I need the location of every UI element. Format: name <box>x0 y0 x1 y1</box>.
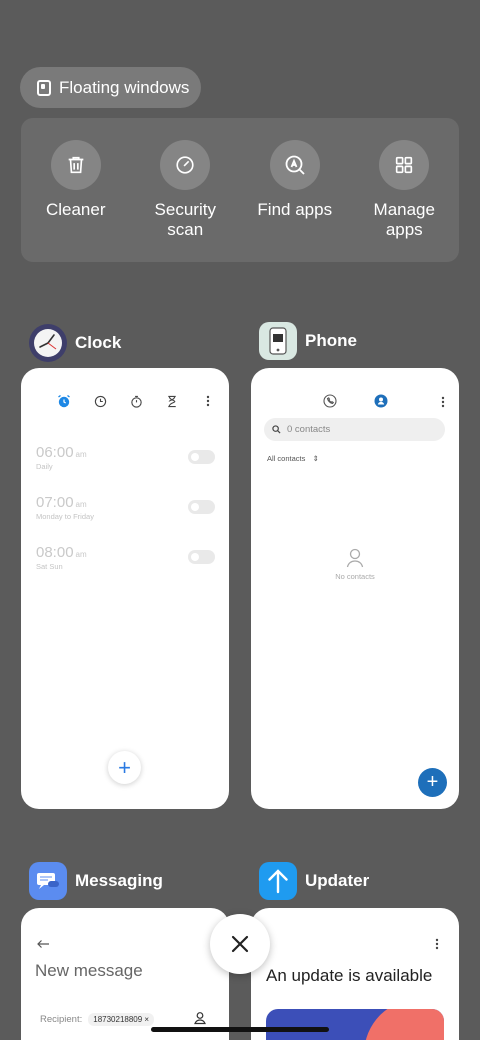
trash-icon <box>50 140 101 190</box>
floating-windows-button[interactable]: Floating windows <box>20 67 201 108</box>
clock-app-icon <box>29 324 67 362</box>
update-banner-image <box>266 1009 444 1040</box>
contacts-filter-label: All contacts <box>267 454 306 463</box>
manage-apps-icon <box>379 140 430 190</box>
messaging-card[interactable]: New message Recipient: 18730218809 × <box>21 908 229 1040</box>
updater-app-title: Updater <box>305 871 370 890</box>
find-apps-label: Find apps <box>257 200 333 219</box>
update-available-title: An update is available <box>266 966 433 985</box>
security-scan-label: Security scan <box>154 200 216 239</box>
messaging-app-header[interactable]: Messaging <box>29 862 163 900</box>
add-alarm-button[interactable]: + <box>108 751 141 784</box>
phone-app-header[interactable]: Phone <box>259 322 357 360</box>
world-clock-icon[interactable] <box>93 394 107 408</box>
empty-contacts-state: No contacts <box>251 548 459 581</box>
dropdown-icon: ⇕ <box>312 454 319 463</box>
phone-card[interactable]: 0 contacts All contacts ⇕ No contacts + <box>251 368 459 809</box>
more-icon[interactable] <box>441 395 445 408</box>
security-scan-button[interactable]: Security scan <box>131 118 241 262</box>
back-arrow-icon[interactable] <box>36 936 50 954</box>
cleaner-label: Cleaner <box>45 200 106 219</box>
plus-icon: + <box>426 771 439 793</box>
home-indicator[interactable] <box>151 1027 329 1032</box>
close-icon <box>231 935 249 953</box>
updater-card[interactable]: An update is available <box>251 908 459 1040</box>
dialer-icon[interactable] <box>323 394 337 408</box>
recipient-label: Recipient: <box>40 1014 83 1025</box>
alarm-row[interactable]: 07:00 am Monday to Friday <box>36 494 215 534</box>
add-contact-button[interactable]: + <box>418 768 447 797</box>
alarm-toggle[interactable] <box>188 450 215 464</box>
plus-icon: + <box>118 754 131 780</box>
phone-toolbar <box>323 394 445 408</box>
updater-app-header[interactable]: Updater <box>259 862 369 900</box>
no-contacts-text: No contacts <box>335 572 375 581</box>
contacts-search-placeholder: 0 contacts <box>287 424 331 435</box>
find-apps-icon <box>269 140 320 190</box>
messaging-app-icon <box>29 862 67 900</box>
close-all-button[interactable] <box>210 914 270 974</box>
updater-app-icon <box>259 862 297 900</box>
alarm-toggle[interactable] <box>188 550 215 564</box>
more-icon[interactable] <box>435 937 439 955</box>
security-scan-icon <box>160 140 211 190</box>
alarm-repeat: Daily <box>36 462 53 471</box>
alarm-row[interactable]: 06:00 am Daily <box>36 444 215 484</box>
contacts-tab-icon[interactable] <box>374 394 388 408</box>
floating-windows-label: Floating windows <box>59 77 190 97</box>
contacts-search-input[interactable]: 0 contacts <box>264 418 445 441</box>
person-icon <box>346 548 364 568</box>
phone-app-icon <box>259 322 297 360</box>
new-message-title: New message <box>35 961 143 980</box>
manage-apps-button[interactable]: Manage apps <box>350 118 460 262</box>
clock-toolbar <box>57 394 215 408</box>
clock-app-header[interactable]: Clock <box>29 324 121 362</box>
manage-apps-label: Manage apps <box>373 200 435 239</box>
phone-app-title: Phone <box>305 331 357 350</box>
find-apps-button[interactable]: Find apps <box>240 118 350 262</box>
clock-card[interactable]: 06:00 am Daily 07:00 am Monday to Friday 0… <box>21 368 229 809</box>
alarm-toggle[interactable] <box>188 500 215 514</box>
alarm-row[interactable]: 08:00 am Sat Sun <box>36 544 215 584</box>
floating-window-icon <box>37 79 51 96</box>
search-icon <box>272 425 281 434</box>
recipient-field[interactable]: Recipient: 18730218809 × <box>40 1013 155 1026</box>
timer-icon[interactable] <box>165 394 179 408</box>
contacts-filter-dropdown[interactable]: All contacts ⇕ <box>267 454 319 463</box>
alarm-repeat: Sat Sun <box>36 562 63 571</box>
cleaner-button[interactable]: Cleaner <box>21 118 131 262</box>
messaging-app-title: Messaging <box>75 871 163 890</box>
quick-actions-panel: Cleaner Security scan Find apps Manage app… <box>21 118 459 262</box>
stopwatch-icon[interactable] <box>129 394 143 408</box>
more-icon[interactable] <box>201 394 215 408</box>
recipient-chip[interactable]: 18730218809 × <box>88 1013 155 1026</box>
clock-app-title: Clock <box>75 333 122 352</box>
alarm-repeat: Monday to Friday <box>36 512 94 521</box>
alarm-icon[interactable] <box>57 394 71 408</box>
